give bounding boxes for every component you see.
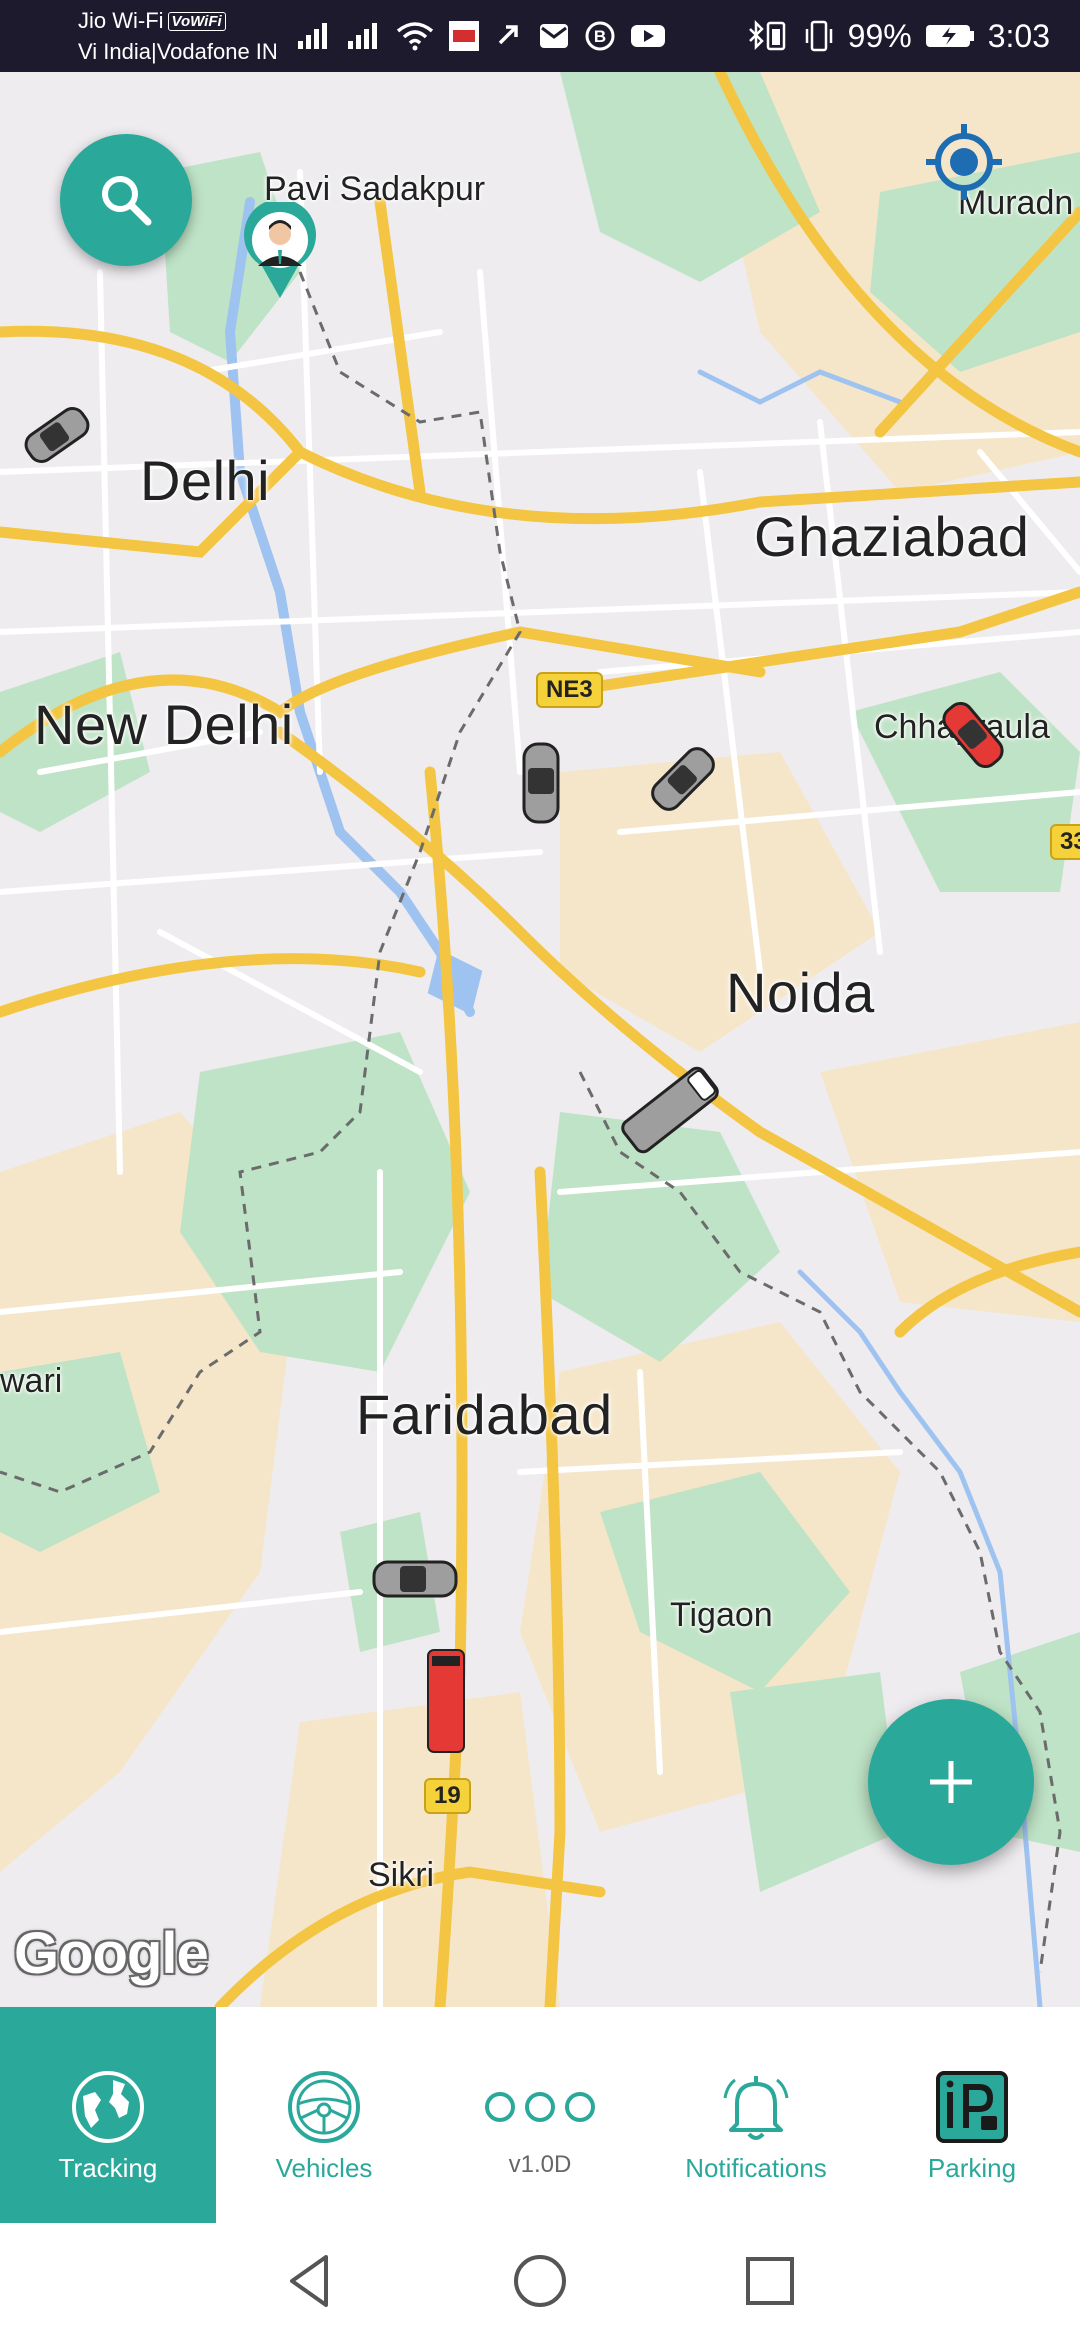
bottom-navigation: Tracking Vehicles v1.0D Notifications Pa… [0, 2007, 1080, 2223]
label-rewari: wari [0, 1362, 63, 1400]
label-delhi: Delhi [140, 449, 271, 512]
back-icon[interactable] [280, 2251, 340, 2311]
nav-parking-label: Parking [927, 2153, 1017, 2183]
label-noida: Noida [726, 961, 875, 1024]
vehicle-car-3[interactable] [640, 736, 726, 822]
label-sikri: Sikri [368, 1856, 435, 1894]
user-location-pin-icon[interactable] [240, 202, 320, 302]
nav-vehicles[interactable]: Vehicles [216, 2007, 432, 2223]
label-ghaziabad: Ghaziabad [754, 505, 1030, 568]
status-bar: Jio Wi-Fi VoWiFi Vi India|Vodafone IN B 9… [0, 0, 1080, 72]
nav-more[interactable]: v1.0D [432, 2007, 648, 2223]
bluetooth-battery-icon [748, 19, 785, 51]
sync-icon [498, 25, 518, 45]
recents-icon[interactable] [740, 2251, 800, 2311]
vehicle-car-2[interactable] [516, 738, 566, 828]
nav-tracking[interactable]: Tracking [0, 2007, 216, 2223]
nav-vehicles-label: Vehicles [275, 2153, 373, 2183]
vowifi-badge: VoWiFi [167, 12, 226, 31]
add-button[interactable] [868, 1699, 1034, 1865]
nav-parking[interactable]: Parking [864, 2007, 1080, 2223]
vehicle-truck[interactable] [610, 1050, 730, 1170]
battery-icon [925, 25, 974, 47]
b-icon: B [585, 21, 615, 51]
home-icon[interactable] [510, 2251, 570, 2311]
youtube-icon [631, 25, 665, 47]
globe-icon [72, 2071, 144, 2143]
wifi-icon [396, 22, 434, 51]
vehicle-car-red[interactable] [930, 692, 1016, 778]
vehicle-car-1[interactable] [14, 392, 100, 478]
search-button[interactable] [60, 134, 192, 266]
status-icons: B [296, 14, 666, 58]
search-icon [102, 176, 152, 226]
status-right: 99% 3:03 [746, 14, 1050, 58]
plus-icon [930, 1761, 972, 1803]
mail-icon [540, 24, 568, 48]
steering-wheel-icon [288, 2071, 360, 2143]
app-notification-icon [449, 21, 479, 51]
shield-ne3: NE3 [536, 672, 603, 708]
parking-icon [936, 2071, 1008, 2143]
label-tigaon: Tigaon [670, 1596, 773, 1634]
nav-notifications[interactable]: Notifications [648, 2007, 864, 2223]
app-version: v1.0D [508, 2151, 572, 2178]
label-faridabad: Faridabad [356, 1383, 613, 1446]
battery-percent: 99% [847, 17, 912, 54]
signal-icon-2 [348, 23, 377, 49]
carrier-1: Jio Wi-Fi [78, 8, 164, 33]
my-location-icon[interactable] [924, 122, 1004, 202]
clock: 3:03 [987, 17, 1050, 54]
shield-nh33: 33 [1050, 824, 1080, 860]
carrier-2: Vi India|Vodafone IN [78, 39, 278, 64]
more-dots-icon [485, 2092, 595, 2122]
google-attribution: Google [14, 1921, 209, 1986]
carrier-info: Jio Wi-Fi VoWiFi Vi India|Vodafone IN [78, 6, 278, 67]
map-view[interactable]: Pavi Sadakpur Muradn Delhi Ghaziabad New… [0, 72, 1080, 2007]
label-new-delhi: New Delhi [34, 693, 294, 756]
shield-nh19: 19 [424, 1778, 471, 1814]
vibrate-icon [805, 20, 832, 52]
vehicle-car-4[interactable] [370, 1554, 460, 1604]
nav-tracking-label: Tracking [58, 2153, 158, 2183]
bell-icon [723, 2076, 789, 2140]
system-navigation-bar [0, 2223, 1080, 2340]
nav-notifications-label: Notifications [685, 2153, 827, 2183]
vehicle-bus-red[interactable] [424, 1646, 468, 1756]
svg-text:B: B [594, 27, 606, 46]
signal-icon [298, 23, 327, 49]
